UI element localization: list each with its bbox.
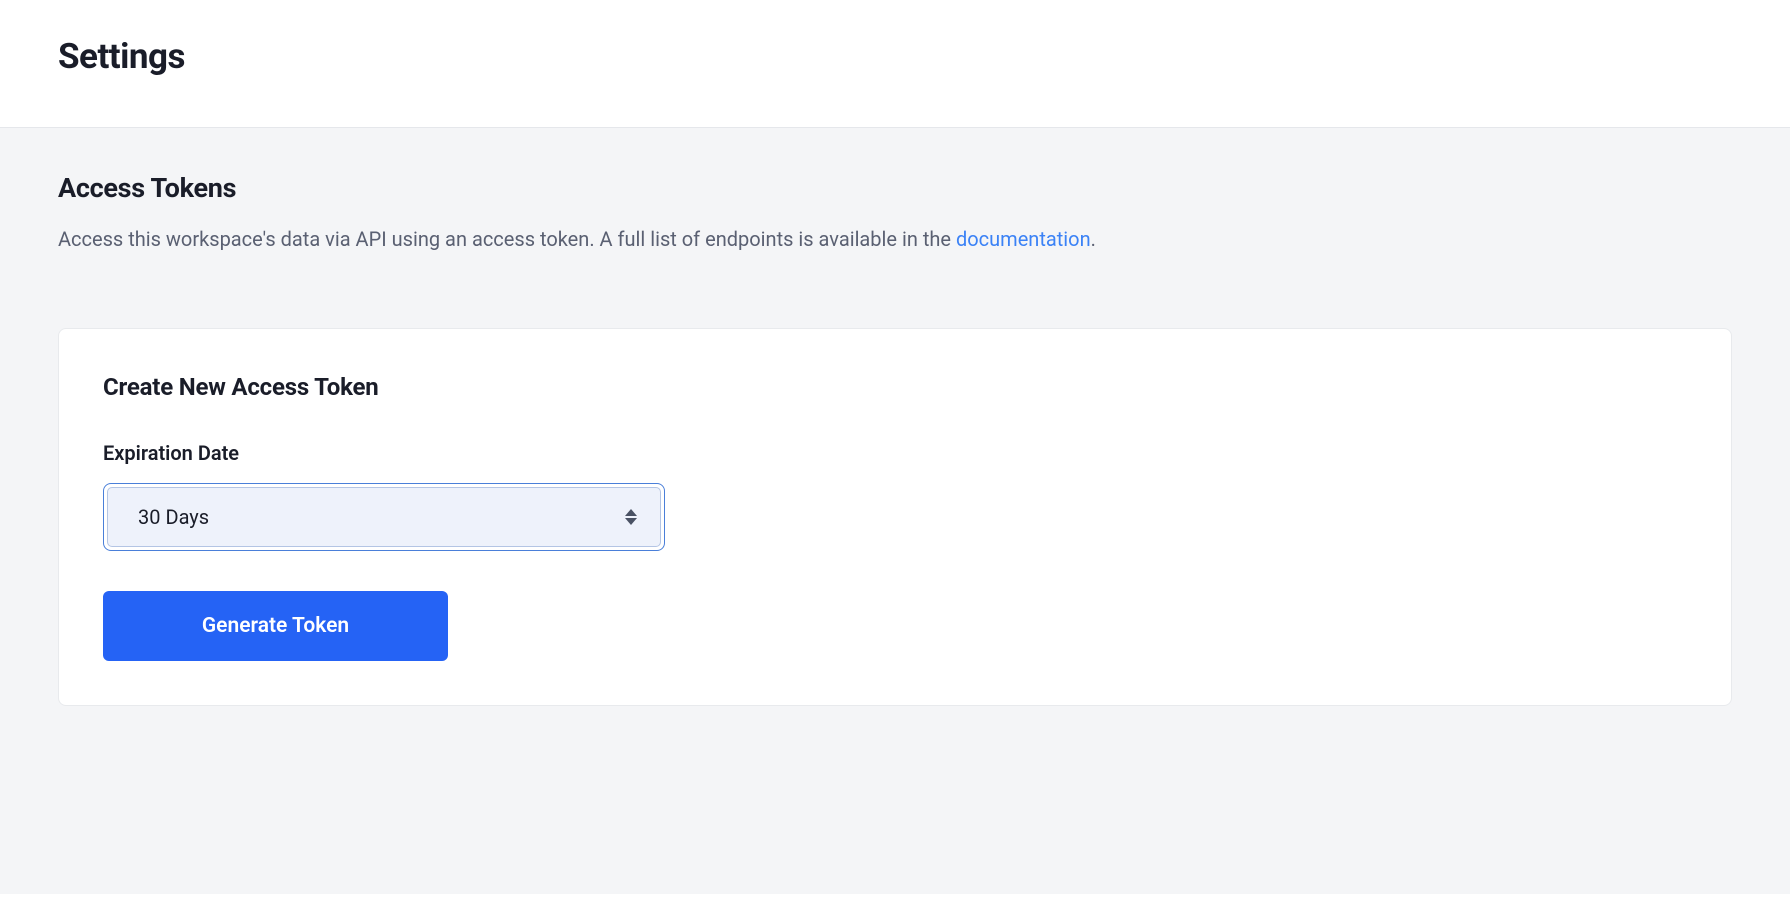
content-area: Access Tokens Access this workspace's da… — [0, 127, 1790, 894]
expiration-select-focus-ring: 30 Days — [103, 483, 665, 551]
expiration-date-select[interactable]: 30 Days — [107, 487, 661, 547]
generate-token-button[interactable]: Generate Token — [103, 591, 448, 661]
expiration-select-wrapper: 30 Days — [103, 483, 665, 551]
card-title-create-token: Create New Access Token — [103, 373, 1687, 401]
create-token-card: Create New Access Token Expiration Date … — [58, 328, 1732, 706]
expiration-date-label: Expiration Date — [103, 441, 1687, 465]
section-title-access-tokens: Access Tokens — [58, 172, 1732, 204]
documentation-link[interactable]: documentation — [956, 227, 1091, 251]
description-text-suffix: . — [1091, 227, 1096, 251]
page-header: Settings — [0, 0, 1790, 127]
section-description: Access this workspace's data via API usi… — [58, 222, 1732, 256]
page-title: Settings — [58, 36, 1732, 77]
description-text-prefix: Access this workspace's data via API usi… — [58, 227, 956, 251]
